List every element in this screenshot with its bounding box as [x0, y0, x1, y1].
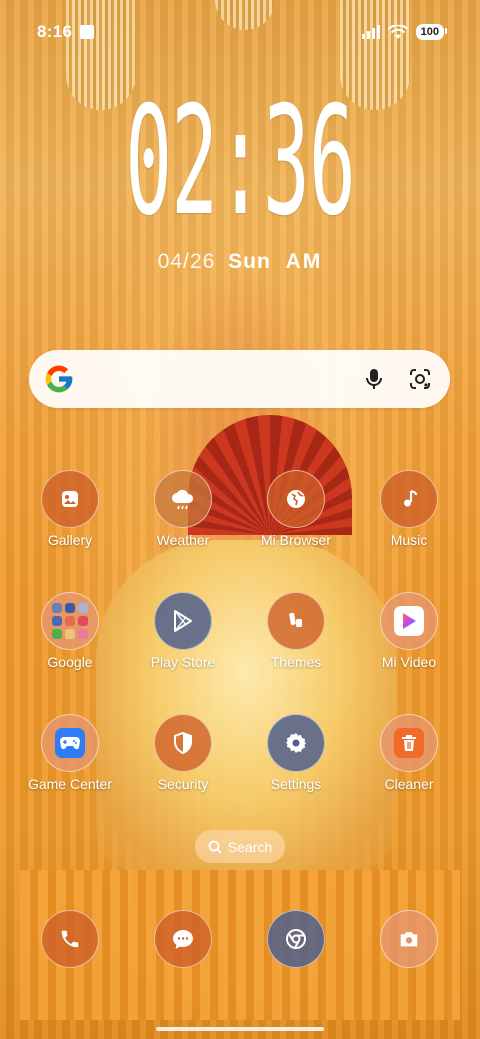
notification-icon — [80, 25, 95, 39]
app-cleaner[interactable]: Cleaner — [354, 714, 464, 792]
dock-camera[interactable] — [354, 910, 464, 968]
app-label: Google — [47, 654, 93, 670]
app-play-store[interactable]: Play Store — [128, 592, 238, 670]
clock-widget-time[interactable]: 02:36 — [115, 82, 365, 242]
music-icon-bg — [380, 470, 438, 528]
app-game-center[interactable]: Game Center — [15, 714, 125, 792]
ampm-text: AM — [285, 250, 323, 273]
status-bar: 8:16 100 — [37, 20, 448, 44]
app-label: Security — [157, 776, 209, 792]
signal-icon — [361, 25, 380, 39]
cleaner-icon-bg — [380, 714, 438, 772]
phone-icon-bg — [41, 910, 99, 968]
app-label: Weather — [156, 532, 210, 548]
gamepad-icon — [55, 728, 85, 758]
app-search-label: Search — [227, 838, 273, 855]
cloud-rain-icon — [172, 489, 194, 510]
wallpaper-idol — [96, 540, 396, 870]
game-center-icon-bg — [41, 714, 99, 772]
mi-browser-icon-bg — [267, 470, 325, 528]
chrome-icon-bg — [267, 910, 325, 968]
google-lens-icon[interactable] — [408, 367, 432, 391]
phone-icon — [61, 930, 79, 948]
shield-icon — [174, 731, 192, 755]
app-label: Settings — [270, 776, 322, 792]
messages-icon-bg — [154, 910, 212, 968]
gear-icon — [286, 733, 306, 753]
app-label: Mi Video — [381, 654, 437, 670]
weekday-text: Sun — [228, 250, 271, 273]
gesture-home-bar[interactable] — [156, 1027, 324, 1031]
google-g-icon — [45, 365, 73, 393]
search-icon — [208, 840, 222, 854]
play-store-icon-bg — [154, 592, 212, 650]
mi-video-icon-bg — [380, 592, 438, 650]
app-label: Gallery — [47, 532, 93, 548]
dock-chrome[interactable] — [241, 910, 351, 968]
app-label: Mi Browser — [260, 532, 331, 548]
security-icon-bg — [154, 714, 212, 772]
folder-google[interactable]: Google — [15, 592, 125, 670]
themes-icon-bg — [267, 592, 325, 650]
app-mi-video[interactable]: Mi Video — [354, 592, 464, 670]
gallery-icon-bg — [41, 470, 99, 528]
battery-indicator: 100 — [415, 24, 448, 40]
settings-icon-bg — [267, 714, 325, 772]
camera-icon — [400, 932, 418, 947]
app-label: Music — [390, 532, 428, 548]
app-weather[interactable]: Weather — [128, 470, 238, 548]
music-note-icon — [404, 489, 418, 507]
play-store-icon — [174, 610, 192, 632]
app-label: Cleaner — [384, 776, 434, 792]
chrome-icon — [286, 929, 306, 949]
status-time: 8:16 — [37, 22, 73, 41]
app-themes[interactable]: Themes — [241, 592, 351, 670]
app-label: Play Store — [150, 654, 216, 670]
google-search-bar[interactable] — [29, 350, 450, 408]
mic-icon[interactable] — [362, 367, 386, 391]
app-search-button[interactable]: Search — [195, 830, 285, 863]
gallery-icon — [62, 491, 78, 507]
wifi-icon — [387, 24, 408, 39]
clock-widget-date[interactable]: 04/26 Sun AM — [0, 250, 480, 274]
app-music[interactable]: Music — [354, 470, 464, 548]
date-text: 04/26 — [157, 250, 216, 273]
app-label: Themes — [270, 654, 322, 670]
folder-grid-icon — [52, 603, 88, 639]
weather-icon-bg — [154, 470, 212, 528]
app-settings[interactable]: Settings — [241, 714, 351, 792]
app-gallery[interactable]: Gallery — [15, 470, 125, 548]
google-folder-bg — [41, 592, 99, 650]
messages-icon — [173, 930, 193, 949]
mi-video-icon — [394, 606, 424, 636]
dock-messages[interactable] — [128, 910, 238, 968]
camera-icon-bg — [380, 910, 438, 968]
app-security[interactable]: Security — [128, 714, 238, 792]
dock-phone[interactable] — [15, 910, 125, 968]
app-label: Game Center — [27, 776, 113, 792]
themes-brush-icon — [289, 612, 302, 627]
app-mi-browser[interactable]: Mi Browser — [241, 470, 351, 548]
globe-icon — [287, 490, 305, 508]
trash-icon — [394, 728, 424, 758]
